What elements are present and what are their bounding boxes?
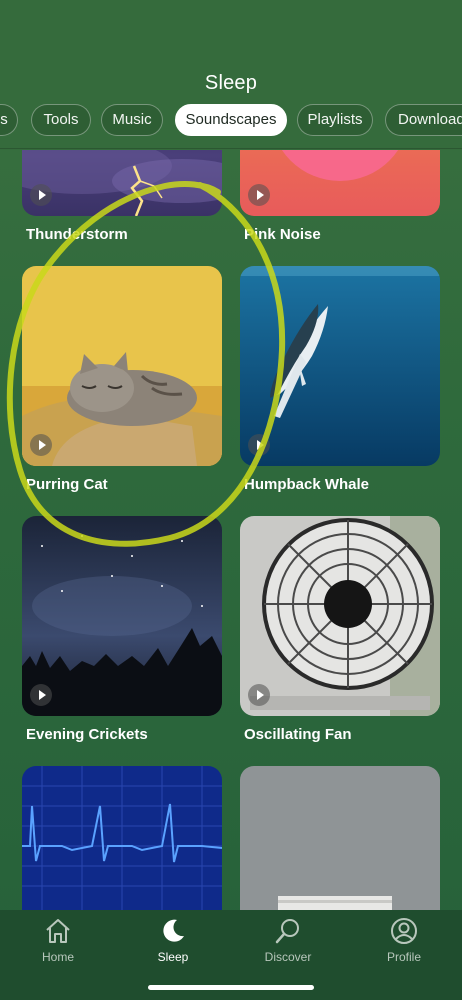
nav-discover[interactable]: Discover [238,916,338,964]
discover-icon [275,919,299,944]
nav-profile[interactable]: Profile [354,916,454,964]
card-title: Evening Crickets [26,726,148,743]
nav-home[interactable]: Home [8,916,108,964]
tab-playlists[interactable]: Playlists [297,104,373,136]
tab-partial[interactable]: s [0,104,18,136]
nav-label: Sleep [157,950,189,964]
evening-crickets-thumbnail [22,516,222,716]
home-icon [46,919,70,943]
card-title: Pink Noise [244,226,321,243]
soundscapes-grid: Thunderstorm Pink Noise Purring Cat Hump… [0,150,462,910]
header-divider [0,148,462,149]
tab-downloads[interactable]: Download [385,104,462,136]
card-oscillating-fan[interactable]: Oscillating Fan [240,516,440,743]
card-thunderstorm[interactable]: Thunderstorm [22,150,222,243]
profile-icon [391,918,417,944]
card-room[interactable] [240,766,440,910]
card-humpback-whale[interactable]: Humpback Whale [240,266,440,493]
nav-label: Profile [386,950,421,964]
play-icon[interactable] [30,684,52,706]
card-purring-cat[interactable]: Purring Cat [22,266,222,493]
thunderstorm-thumbnail [22,150,222,216]
page-title: Sleep [204,72,258,94]
card-pink-noise[interactable]: Pink Noise [240,150,440,243]
card-title: Humpback Whale [244,476,370,493]
moon-icon [163,919,184,942]
tab-soundscapes[interactable]: Soundscapes [175,104,287,136]
nav-label: Home [41,950,74,964]
card-evening-crickets[interactable]: Evening Crickets [22,516,222,743]
purring-cat-thumbnail [22,266,222,466]
humpback-whale-thumbnail [240,266,440,466]
tab-music[interactable]: Music [101,104,163,136]
card-title: Thunderstorm [26,226,128,243]
play-icon[interactable] [30,434,52,456]
play-icon[interactable] [248,684,270,706]
play-icon[interactable] [248,184,270,206]
card-title: Oscillating Fan [244,726,352,743]
card-title: Purring Cat [26,476,108,493]
play-icon[interactable] [248,434,270,456]
heartbeat-thumbnail [22,766,222,910]
room-thumbnail [240,766,440,910]
category-tabs: s Tools Music Soundscapes Playlists Down… [0,104,462,138]
header: Sleep s Tools Music Soundscapes Playlist… [0,0,462,150]
tab-tools[interactable]: Tools [31,104,91,136]
pink-noise-thumbnail [240,150,440,216]
card-heartbeat[interactable] [22,766,222,910]
nav-label: Discover [264,950,312,964]
oscillating-fan-thumbnail [240,516,440,716]
home-indicator [148,985,314,990]
play-icon[interactable] [30,184,52,206]
nav-sleep[interactable]: Sleep [123,916,223,964]
